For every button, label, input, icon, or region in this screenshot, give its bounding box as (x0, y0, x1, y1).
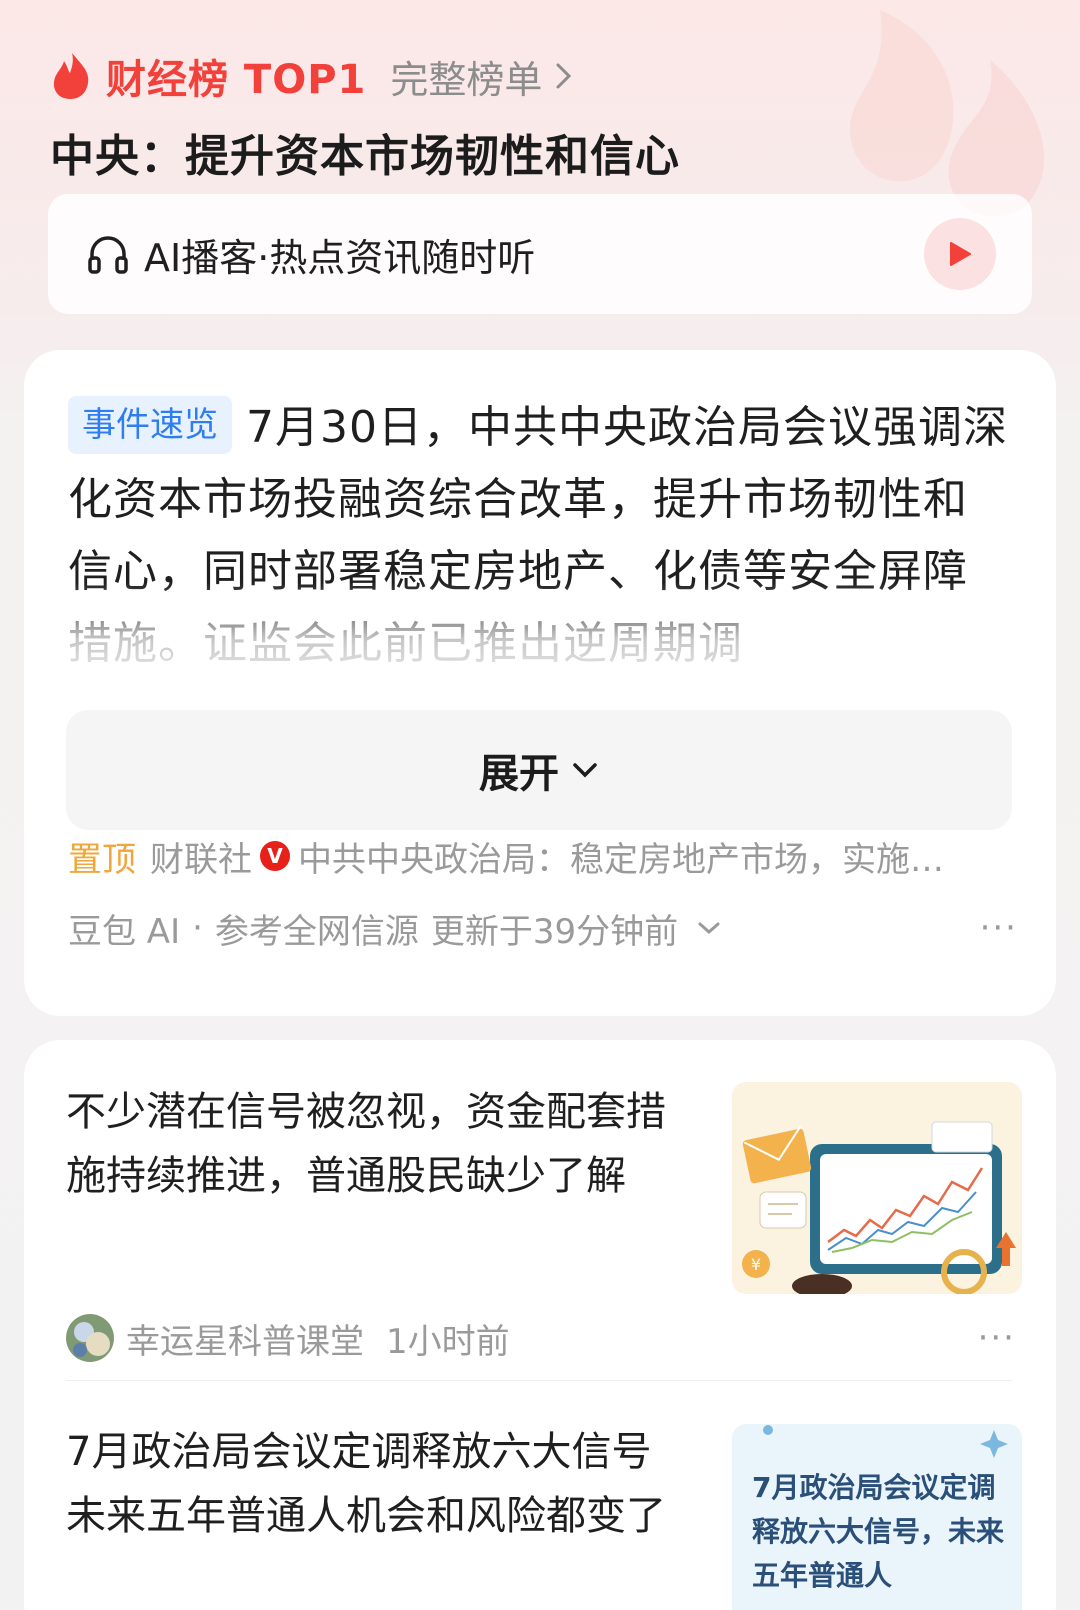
hot-list-row[interactable]: 财经榜 TOP1 完整榜单 (50, 48, 1030, 104)
expand-button[interactable]: 展开 (66, 710, 1012, 830)
article-thumbnail[interactable]: 7月政治局会议定调释放六大信号，未来五年普通人 (732, 1424, 1022, 1610)
source-name: 财联社 (150, 839, 252, 880)
article-thumbnail[interactable]: ¥ (732, 1082, 1022, 1294)
article-list-card: 不少潜在信号被忽视，资金配套措施持续推进，普通股民缺少了解 ¥ 幸运星科普课堂 … (24, 1040, 1056, 1610)
verified-badge-icon: V (260, 841, 290, 871)
article-title[interactable]: 7月政治局会议定调释放六大信号未来五年普通人机会和风险都变了 (66, 1420, 686, 1548)
hot-list-title: 财经榜 TOP1 (106, 57, 367, 103)
provider-label: 豆包 AI (68, 911, 181, 952)
pinned-news-row[interactable]: 置顶 财联社 V 中共中央政治局：稳定房地产市场，实施… (68, 828, 1018, 884)
ai-podcast-bar[interactable]: AI播客·热点资讯随时听 (48, 194, 1032, 314)
divider (66, 1380, 1012, 1381)
play-button[interactable] (924, 218, 996, 290)
stock-chart-illustration: ¥ (732, 1082, 1022, 1294)
article-title[interactable]: 不少潜在信号被忽视，资金配套措施持续推进，普通股民缺少了解 (66, 1080, 666, 1208)
headline[interactable]: 中央：提升资本市场韧性和信心 (50, 120, 1030, 184)
chevron-right-icon (556, 63, 572, 89)
summary-fade-overlay (68, 582, 1012, 678)
chevron-down-icon[interactable] (696, 919, 722, 937)
author-avatar[interactable] (66, 1314, 114, 1362)
more-options-icon[interactable]: ··· (980, 908, 1018, 948)
expand-label: 展开 (479, 751, 559, 797)
separator-dot: · (192, 908, 203, 948)
summary-meta-row: 豆包 AI · 参考全网信源 更新于39分钟前 ··· (68, 900, 1018, 956)
svg-text:¥: ¥ (751, 1255, 761, 1274)
chevron-down-icon (573, 763, 597, 778)
list-item[interactable]: 7月政治局会议定调释放六大信号未来五年普通人机会和风险都变了 7月政治局会议定调… (66, 1420, 1022, 1610)
event-tag: 事件速览 (68, 396, 232, 454)
publish-time: 1小时前 (386, 1321, 510, 1362)
event-summary-card: 事件速览 7月30日，中共中央政治局会议强调深化资本市场投融资综合改革，提升市场韧… (24, 350, 1056, 1016)
sparkle-decoration (763, 1425, 1008, 1458)
pinned-label: 置顶 (68, 839, 136, 880)
play-icon (950, 242, 971, 266)
thumbnail-text: 7月政治局会议定调释放六大信号，未来五年普通人 (752, 1471, 1005, 1592)
more-options-icon[interactable]: ··· (978, 1318, 1016, 1358)
podcast-label: AI播客·热点资讯随时听 (144, 235, 536, 280)
author-name[interactable]: 幸运星科普课堂 (126, 1314, 364, 1363)
avatar-image (66, 1314, 114, 1362)
list-item[interactable]: 不少潜在信号被忽视，资金配套措施持续推进，普通股民缺少了解 ¥ 幸运星科普课堂 … (66, 1080, 1022, 1380)
pinned-news-text: 中共中央政治局：稳定房地产市场，实施… (298, 839, 944, 880)
author-row: 幸运星科普课堂 1小时前 ··· (66, 1310, 1016, 1366)
full-list-label: 完整榜单 (390, 57, 543, 102)
ranking-header: 财经榜 TOP1 完整榜单 中央：提升资本市场韧性和信心 (50, 48, 1030, 184)
flame-icon (53, 53, 89, 99)
updated-time: 更新于39分钟前 (430, 911, 679, 952)
headphones-icon (88, 236, 128, 274)
full-list-link[interactable]: 完整榜单 (390, 49, 574, 104)
sources-label[interactable]: 参考全网信源 (215, 904, 419, 953)
